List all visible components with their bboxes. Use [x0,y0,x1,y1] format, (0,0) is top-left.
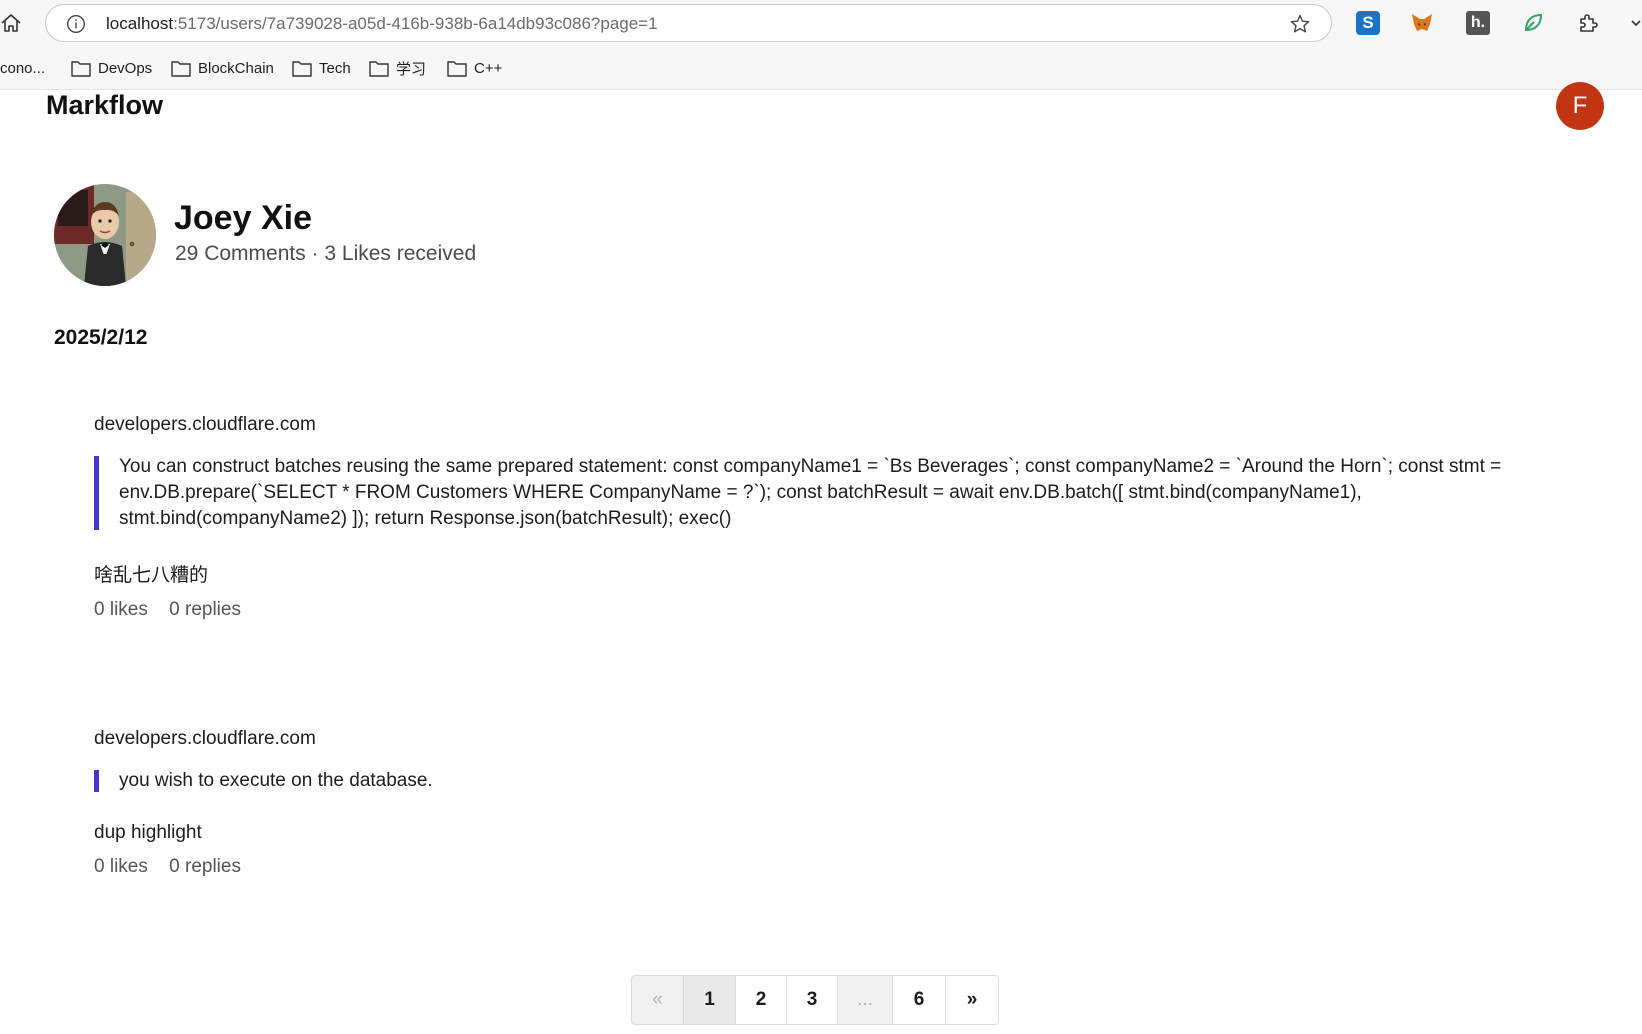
highlight-quote: you wish to execute on the database. [94,768,1534,794]
bookmark-label: 学习 [396,60,427,78]
address-url[interactable]: localhost:5173/users/7a739028-a05d-416b-… [106,14,658,34]
bookmark-label: Tech [319,59,351,77]
leaf-extension-icon[interactable] [1521,11,1545,35]
folder-icon [369,60,389,77]
profile-avatar [54,184,156,286]
bookmark-folder-blockchain[interactable]: BlockChain [171,57,274,79]
highlight-quote: You can construct batches reusing the sa… [94,454,1534,532]
quote-line: You can construct batches reusing the sa… [119,456,1502,477]
comment-meta: 0 likes 0 replies [94,856,1534,878]
h-extension-icon[interactable]: h. [1466,11,1490,35]
browser-toolbar: localhost:5173/users/7a739028-a05d-416b-… [0,0,1642,46]
skype-extension-icon[interactable]: S [1356,11,1380,35]
bookmark-label: BlockChain [198,59,274,77]
likes-count[interactable]: 0 likes [94,599,148,620]
likes-count[interactable]: 0 likes [94,856,148,877]
brand-logo[interactable]: Markflow [46,90,163,121]
cartoon-portrait-image [54,184,156,286]
profile-name: Joey Xie [174,199,312,237]
folder-icon [292,60,312,77]
bookmark-folder-tech[interactable]: Tech [292,57,351,79]
metamask-extension-icon[interactable] [1410,11,1434,35]
comment-meta: 0 likes 0 replies [94,599,1534,621]
bookmark-folder-devops[interactable]: DevOps [71,57,152,79]
url-path: :5173/users/7a739028-a05d-416b-938b-6a14… [173,14,658,33]
bookmark-folder-cpp[interactable]: C++ [447,57,502,79]
replies-count[interactable]: 0 replies [169,599,241,620]
bookmark-folder-study[interactable]: 学习 [369,57,426,79]
home-icon[interactable] [0,12,22,34]
source-link[interactable]: developers.cloudflare.com [94,414,1534,436]
pagination-page-3[interactable]: 3 [787,976,838,1024]
pagination: « 1 2 3 ... 6 » [631,975,999,1025]
chevron-down-icon[interactable] [1630,11,1642,35]
bookmark-star-icon[interactable] [1289,13,1311,35]
pagination-prev[interactable]: « [632,976,684,1024]
extensions-puzzle-icon[interactable] [1576,11,1600,35]
pagination-page-2[interactable]: 2 [736,976,787,1024]
bookmarks-bar: cono... DevOps BlockChain Tech 学习 C++ [0,46,1642,90]
quote-line: stmt.bind(companyName2) ]); return Respo… [119,508,732,529]
address-bar[interactable]: localhost:5173/users/7a739028-a05d-416b-… [45,4,1332,42]
url-host: localhost [106,14,174,33]
pagination-next[interactable]: » [946,976,998,1024]
source-link[interactable]: developers.cloudflare.com [94,728,1534,750]
quote-line: you wish to execute on the database. [119,770,433,791]
bookmark-label: DevOps [98,59,153,77]
comment-card: developers.cloudflare.com you wish to ex… [94,728,1534,878]
folder-icon [171,60,191,77]
profile-stats: 29 Comments · 3 Likes received [175,242,477,265]
bookmark-item[interactable]: cono... [0,57,45,79]
user-avatar[interactable]: F [1556,82,1604,130]
pagination-page-6[interactable]: 6 [893,976,946,1024]
folder-icon [71,60,91,77]
comment-text: dup highlight [94,822,202,843]
comment-text: 啥乱七八糟的 [94,565,209,586]
date-heading: 2025/2/12 [54,326,148,349]
pagination-ellipsis: ... [838,976,893,1024]
quote-line: env.DB.prepare(`SELECT * FROM Customers … [119,482,1362,503]
bookmark-label: C++ [474,59,503,77]
site-info-icon[interactable] [66,14,86,34]
comment-card: developers.cloudflare.com You can constr… [94,414,1534,621]
pagination-page-1[interactable]: 1 [684,976,736,1024]
folder-icon [447,60,467,77]
bookmark-label: cono... [0,59,46,77]
replies-count[interactable]: 0 replies [169,856,241,877]
